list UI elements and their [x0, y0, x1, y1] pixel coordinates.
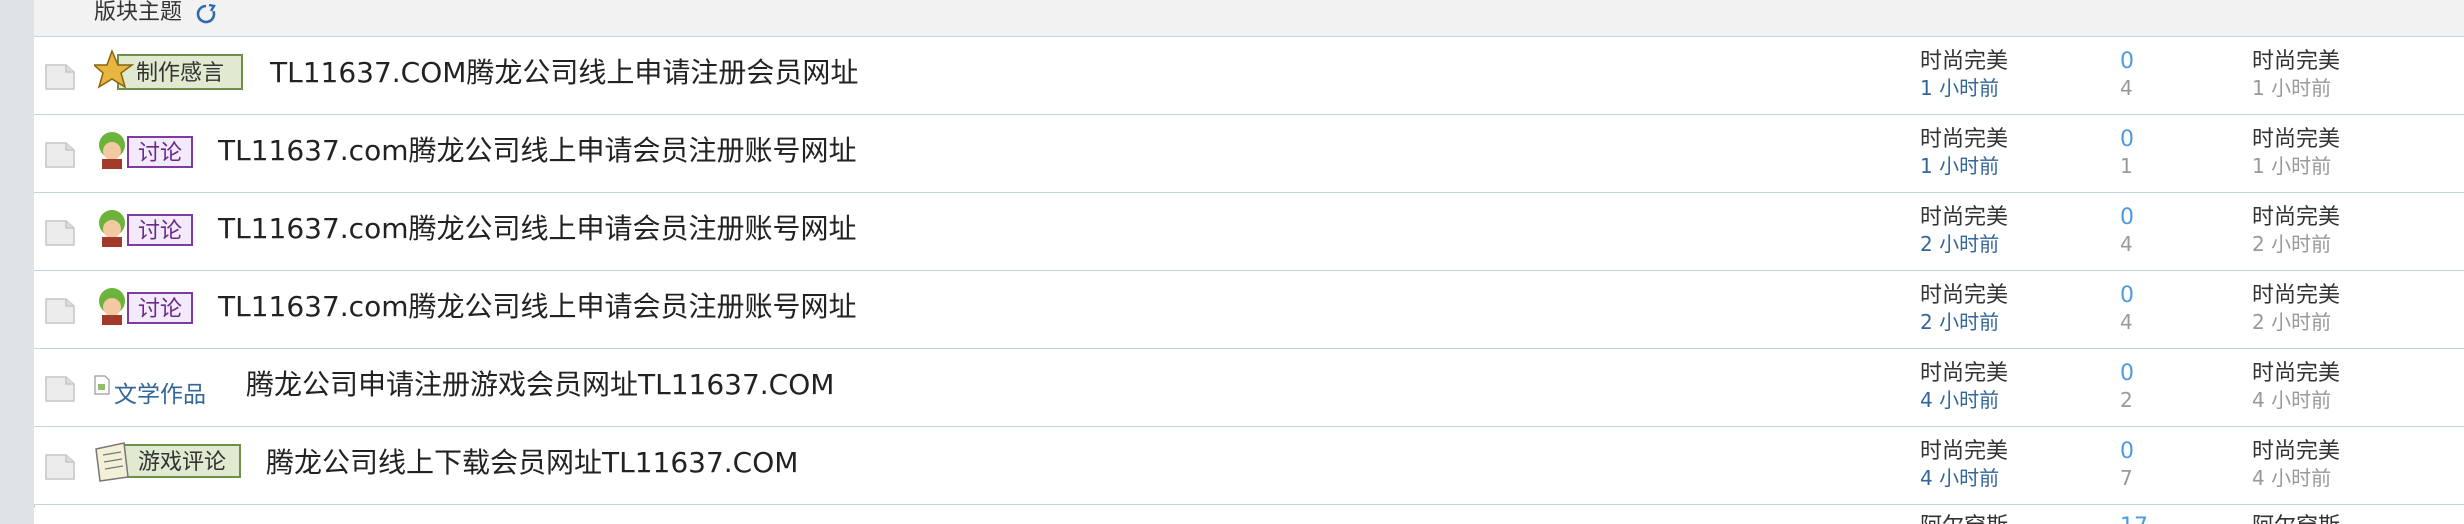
- last-poster[interactable]: 时尚完美: [2252, 127, 2340, 153]
- last-post-time[interactable]: 1 小时前: [2252, 75, 2331, 101]
- author-name[interactable]: 时尚完美: [1920, 205, 2008, 231]
- author-name[interactable]: 时尚完美: [1920, 283, 2008, 309]
- post-time[interactable]: 4 小时前: [1920, 465, 1999, 491]
- badge-text: 讨论: [138, 219, 182, 244]
- thread-row-partial[interactable]: 阿尔穿斯 17 阿尔穿斯: [34, 508, 2464, 524]
- author-name[interactable]: 时尚完美: [1920, 127, 2008, 153]
- badge-discussion-icon[interactable]: 讨论: [94, 205, 194, 249]
- author-name[interactable]: 时尚完美: [1920, 361, 2008, 387]
- left-rail: [0, 0, 35, 524]
- last-post-time[interactable]: 4 小时前: [2252, 387, 2331, 413]
- view-count: 4: [2120, 232, 2133, 256]
- view-count: 4: [2120, 76, 2133, 100]
- reply-count[interactable]: 0: [2120, 127, 2134, 153]
- thread-folder-icon: [45, 298, 75, 324]
- thread-row[interactable]: 制作感言 TL11637.COM腾龙公司线上申请注册会员网址 时尚完美 1 小时…: [34, 37, 2464, 115]
- last-post-time[interactable]: 2 小时前: [2252, 231, 2331, 257]
- thread-row[interactable]: 讨论 TL11637.com腾龙公司线上申请会员注册账号网址 时尚完美 1 小时…: [34, 115, 2464, 193]
- thread-title[interactable]: TL11637.com腾龙公司线上申请会员注册账号网址: [218, 211, 856, 247]
- thread-title[interactable]: 腾龙公司线上下载会员网址TL11637.COM: [266, 445, 798, 481]
- reply-count[interactable]: 0: [2120, 439, 2134, 465]
- last-post-time[interactable]: 1 小时前: [2252, 153, 2331, 179]
- thread-title[interactable]: TL11637.com腾龙公司线上申请会员注册账号网址: [218, 133, 856, 169]
- badge-game-review-icon[interactable]: 游戏评论: [94, 439, 244, 483]
- author-name[interactable]: 时尚完美: [1920, 49, 2008, 75]
- post-time[interactable]: 1 小时前: [1920, 75, 1999, 101]
- author-name[interactable]: 时尚完美: [1920, 439, 2008, 465]
- view-count: 4: [2120, 310, 2133, 334]
- thread-folder-icon: [45, 142, 75, 168]
- thread-title[interactable]: 腾龙公司申请注册游戏会员网址TL11637.COM: [246, 367, 834, 403]
- author-name[interactable]: 阿尔穿斯: [1920, 514, 2008, 524]
- post-time[interactable]: 1 小时前: [1920, 153, 1999, 179]
- badge-text: 讨论: [138, 297, 182, 322]
- thread-list-header: 版块主题: [34, 0, 2464, 37]
- badge-text: 讨论: [138, 141, 182, 166]
- thread-row[interactable]: 讨论 TL11637.com腾龙公司线上申请会员注册账号网址 时尚完美 2 小时…: [34, 271, 2464, 349]
- broken-image-icon: [94, 375, 110, 395]
- last-poster[interactable]: 时尚完美: [2252, 283, 2340, 309]
- header-title: 版块主题: [94, 0, 183, 25]
- thread-folder-icon: [45, 376, 75, 402]
- badge-text: 游戏评论: [138, 450, 226, 475]
- post-time[interactable]: 2 小时前: [1920, 231, 1999, 257]
- reply-count[interactable]: 17: [2120, 514, 2148, 524]
- thread-row[interactable]: 文学作品 腾龙公司申请注册游戏会员网址TL11637.COM 时尚完美 4 小时…: [34, 349, 2464, 427]
- reply-count[interactable]: 0: [2120, 49, 2134, 75]
- last-post-time[interactable]: 4 小时前: [2252, 465, 2331, 491]
- badge-text: 制作感言: [136, 61, 224, 86]
- view-count: 1: [2120, 154, 2133, 178]
- badge-literary-works-link[interactable]: 文学作品: [114, 375, 206, 409]
- post-time[interactable]: 4 小时前: [1920, 387, 1999, 413]
- reply-count[interactable]: 0: [2120, 361, 2134, 387]
- thread-title[interactable]: TL11637.COM腾龙公司线上申请注册会员网址: [270, 55, 858, 91]
- view-count: 7: [2120, 466, 2133, 490]
- last-poster[interactable]: 时尚完美: [2252, 205, 2340, 231]
- reply-count[interactable]: 0: [2120, 283, 2134, 309]
- reply-count[interactable]: 0: [2120, 205, 2134, 231]
- badge-making-notes-icon[interactable]: 制作感言: [94, 49, 244, 93]
- last-post-time[interactable]: 2 小时前: [2252, 309, 2331, 335]
- view-count: 2: [2120, 388, 2133, 412]
- thread-row[interactable]: 讨论 TL11637.com腾龙公司线上申请会员注册账号网址 时尚完美 2 小时…: [34, 193, 2464, 271]
- last-poster[interactable]: 时尚完美: [2252, 361, 2340, 387]
- thread-folder-icon: [45, 64, 75, 90]
- thread-folder-icon: [45, 220, 75, 246]
- last-poster[interactable]: 阿尔穿斯: [2252, 514, 2340, 524]
- post-time[interactable]: 2 小时前: [1920, 309, 1999, 335]
- last-poster[interactable]: 时尚完美: [2252, 439, 2340, 465]
- last-poster[interactable]: 时尚完美: [2252, 49, 2340, 75]
- thread-row[interactable]: 游戏评论 腾龙公司线上下载会员网址TL11637.COM 时尚完美 4 小时前 …: [34, 427, 2464, 505]
- refresh-icon[interactable]: [194, 2, 218, 26]
- badge-discussion-icon[interactable]: 讨论: [94, 127, 194, 171]
- badge-discussion-icon[interactable]: 讨论: [94, 283, 194, 327]
- thread-folder-icon: [45, 454, 75, 480]
- thread-title[interactable]: TL11637.com腾龙公司线上申请会员注册账号网址: [218, 289, 856, 325]
